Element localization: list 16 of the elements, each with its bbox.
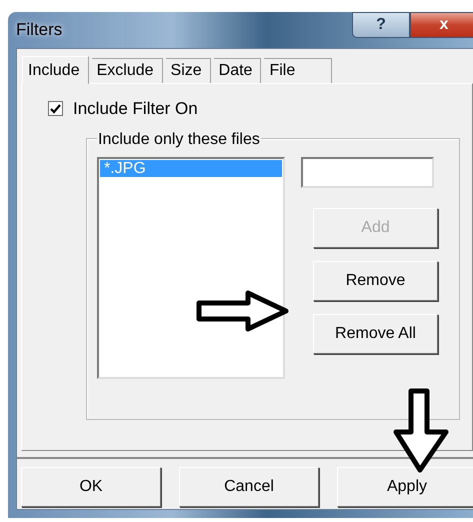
cancel-button[interactable]: Cancel (179, 467, 319, 507)
tab[interactable]: Date (214, 58, 262, 83)
help-button[interactable]: ? (352, 12, 410, 38)
tab[interactable]: Size (166, 58, 211, 83)
pattern-field[interactable] (301, 156, 434, 188)
checkbox[interactable] (48, 101, 63, 116)
window-title: Filters (16, 19, 62, 42)
remove-button[interactable]: Remove (313, 260, 438, 300)
close-button[interactable]: x (410, 12, 473, 38)
tab[interactable]: Include (22, 56, 89, 84)
remove-all-button[interactable]: Remove All (313, 314, 438, 354)
apply-button[interactable]: Apply (337, 467, 473, 507)
checkbox-label[interactable]: Include Filter On (73, 96, 198, 122)
ok-button[interactable]: OK (21, 467, 161, 507)
tab[interactable]: Exclude (92, 58, 163, 83)
tab[interactable]: File (264, 58, 332, 83)
